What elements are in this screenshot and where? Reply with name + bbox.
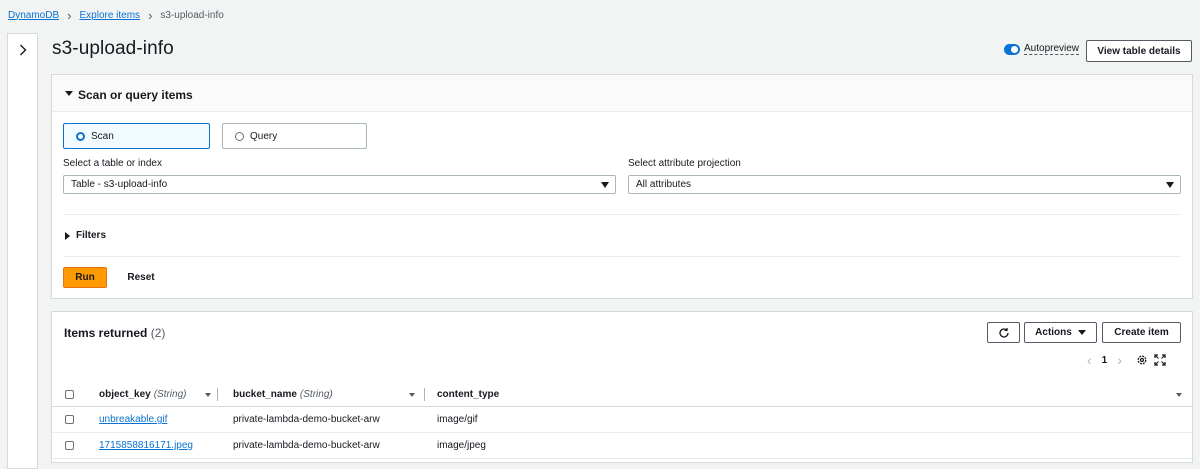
row-checkbox[interactable] — [65, 415, 74, 424]
breadcrumb-explore-items[interactable]: Explore items — [79, 10, 140, 21]
reset-button[interactable]: Reset — [119, 267, 163, 288]
fullscreen-icon[interactable] — [1154, 354, 1166, 366]
create-item-button[interactable]: Create item — [1102, 322, 1181, 343]
scan-option[interactable]: Scan — [63, 123, 210, 149]
bucket-name-cell: private-lambda-demo-bucket-arw — [233, 440, 380, 451]
actions-label: Actions — [1035, 327, 1072, 338]
column-name: bucket_name — [233, 388, 297, 400]
autopreview-toggle[interactable]: Autopreview — [1004, 43, 1080, 55]
column-header-object-key[interactable]: object_key (String) — [99, 382, 187, 406]
content-type-cell: image/gif — [437, 414, 478, 425]
refresh-icon — [998, 327, 1009, 338]
query-option[interactable]: Query — [222, 123, 367, 149]
items-table: object_key (String) bucket_name (String) c… — [52, 382, 1192, 459]
sort-icon[interactable] — [1176, 393, 1182, 397]
divider — [63, 256, 1181, 257]
table-select-value: Table - s3-upload-info — [71, 179, 168, 190]
actions-dropdown-button[interactable]: Actions — [1024, 322, 1097, 343]
projection-select-label: Select attribute projection — [628, 158, 741, 169]
breadcrumb-separator-icon: › — [67, 7, 72, 23]
filters-expander[interactable]: Filters — [65, 230, 106, 241]
page-number[interactable]: 1 — [1102, 355, 1108, 366]
scan-query-header[interactable]: Scan or query items — [52, 75, 1192, 112]
caret-down-icon — [1077, 330, 1086, 335]
caret-right-icon — [65, 231, 70, 240]
caret-down-icon — [65, 91, 73, 96]
breadcrumb-separator-icon: › — [148, 7, 153, 23]
query-radio[interactable] — [235, 131, 244, 141]
table-row: unbreakable.gif private-lambda-demo-buck… — [52, 407, 1192, 433]
column-header-content-type[interactable]: content_type — [437, 382, 499, 406]
next-page-icon[interactable]: › — [1117, 353, 1122, 367]
refresh-button[interactable] — [987, 322, 1020, 343]
table-select-label: Select a table or index — [63, 158, 162, 169]
column-header-bucket-name[interactable]: bucket_name (String) — [233, 382, 333, 406]
scan-query-title: Scan or query items — [78, 88, 193, 102]
items-returned-heading: Items returned (2) — [64, 326, 165, 340]
column-resizer[interactable] — [424, 388, 425, 401]
scan-label: Scan — [91, 130, 114, 142]
content-type-cell: image/jpeg — [437, 440, 486, 451]
projection-select[interactable]: All attributes — [628, 175, 1181, 194]
items-returned-panel: Items returned (2) Actions Create item ‹… — [51, 311, 1193, 463]
side-navigation-rail — [7, 33, 38, 469]
sort-icon[interactable] — [409, 393, 415, 397]
chevron-right-icon — [20, 44, 27, 56]
column-type: (String) — [299, 388, 333, 400]
column-resizer[interactable] — [217, 388, 218, 401]
column-name: content_type — [437, 388, 500, 400]
breadcrumb: DynamoDB › Explore items › s3-upload-inf… — [8, 7, 224, 23]
scan-radio[interactable] — [76, 131, 85, 141]
breadcrumb-current: s3-upload-info — [160, 9, 224, 21]
items-count: (2) — [150, 326, 166, 340]
dropdown-arrow-icon — [601, 182, 609, 188]
expand-navigation-button[interactable] — [17, 43, 29, 57]
run-button[interactable]: Run — [63, 267, 107, 288]
filters-label: Filters — [76, 230, 107, 241]
pagination: ‹ 1 › — [1087, 353, 1166, 367]
previous-page-icon[interactable]: ‹ — [1087, 353, 1092, 367]
table-header-row: object_key (String) bucket_name (String) c… — [52, 382, 1192, 407]
autopreview-label: Autopreview — [1024, 43, 1080, 55]
row-checkbox[interactable] — [65, 441, 74, 450]
page-title: s3-upload-info — [52, 38, 174, 59]
sort-icon[interactable] — [205, 393, 211, 397]
select-all-checkbox[interactable] — [65, 390, 74, 399]
dropdown-arrow-icon — [1166, 182, 1174, 188]
object-key-link[interactable]: 1715858816171.jpeg — [99, 440, 193, 451]
breadcrumb-dynamodb[interactable]: DynamoDB — [8, 10, 59, 21]
items-returned-title: Items returned — [64, 326, 148, 340]
autopreview-switch[interactable] — [1004, 43, 1020, 55]
column-type: (String) — [153, 388, 187, 400]
query-label: Query — [250, 130, 278, 142]
bucket-name-cell: private-lambda-demo-bucket-arw — [233, 414, 380, 425]
projection-select-value: All attributes — [636, 179, 692, 190]
scan-query-panel: Scan or query items Scan Query Select a … — [51, 74, 1193, 299]
divider — [63, 214, 1181, 215]
object-key-link[interactable]: unbreakable.gif — [99, 414, 167, 425]
table-select[interactable]: Table - s3-upload-info — [63, 175, 616, 194]
column-name: object_key — [99, 388, 151, 400]
table-row: 1715858816171.jpeg private-lambda-demo-b… — [52, 433, 1192, 459]
view-table-details-button[interactable]: View table details — [1086, 40, 1192, 62]
settings-icon[interactable] — [1136, 354, 1148, 366]
